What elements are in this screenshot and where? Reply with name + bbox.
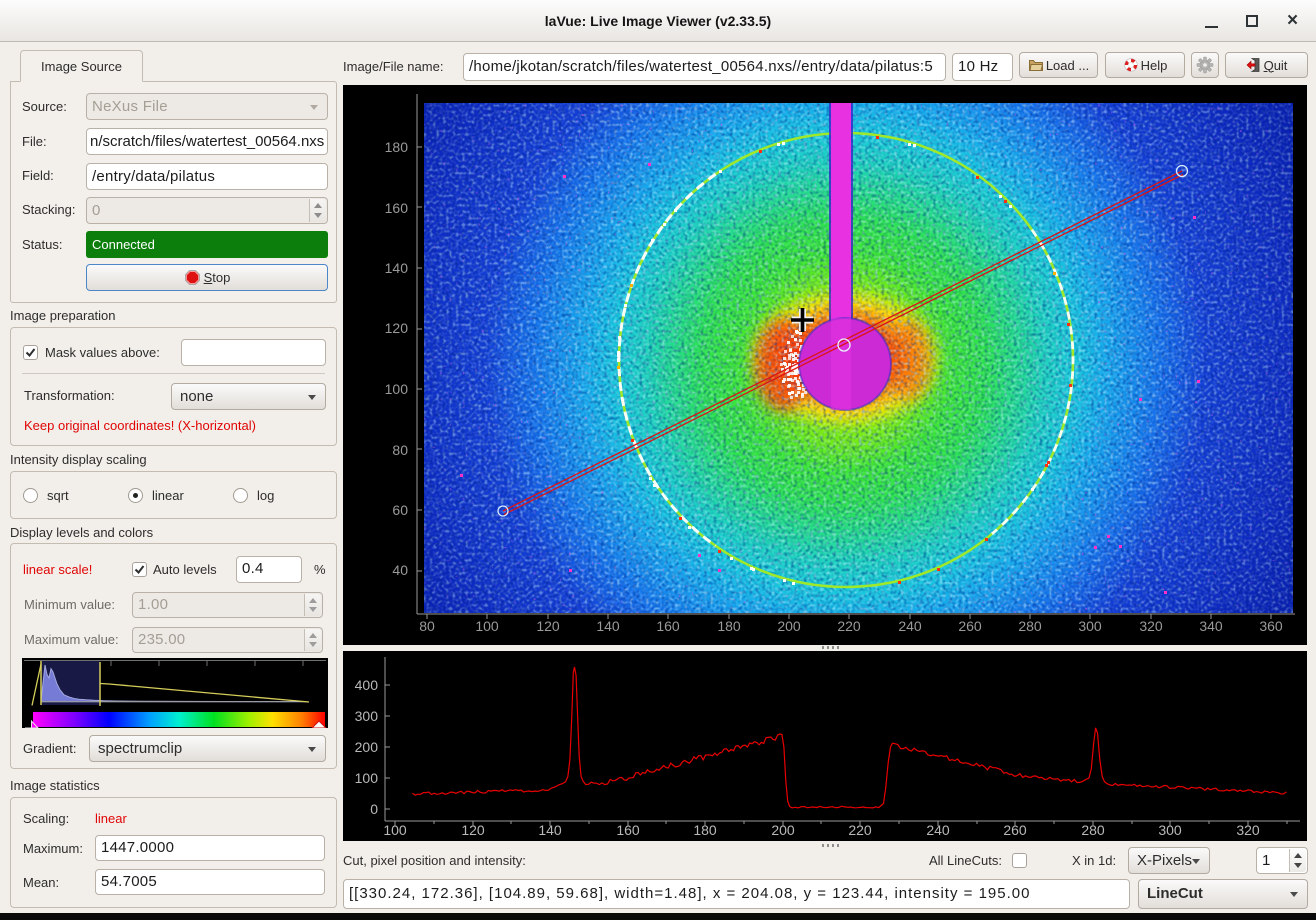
svg-text:400: 400 [355,677,379,693]
svg-text:260: 260 [958,618,982,634]
svg-text:120: 120 [385,320,409,336]
svg-text:0: 0 [370,801,378,817]
svg-text:160: 160 [656,618,680,634]
svg-text:140: 140 [385,260,409,276]
svg-text:340: 340 [1199,618,1223,634]
svg-text:200: 200 [355,739,379,755]
svg-text:100: 100 [355,770,379,786]
svg-text:300: 300 [1078,618,1102,634]
svg-text:120: 120 [536,618,560,634]
svg-text:60: 60 [392,502,408,518]
svg-text:40: 40 [392,562,408,578]
svg-text:80: 80 [419,618,435,634]
svg-text:100: 100 [385,381,409,397]
svg-text:160: 160 [385,200,409,216]
svg-text:180: 180 [717,618,741,634]
svg-text:80: 80 [392,442,408,458]
svg-text:280: 280 [1018,618,1042,634]
svg-text:220: 220 [837,618,861,634]
svg-text:200: 200 [777,618,801,634]
svg-text:320: 320 [1139,618,1163,634]
svg-text:180: 180 [385,139,409,155]
svg-text:360: 360 [1259,618,1283,634]
svg-text:100: 100 [475,618,499,634]
svg-text:300: 300 [355,708,379,724]
svg-text:240: 240 [898,618,922,634]
svg-text:140: 140 [596,618,620,634]
